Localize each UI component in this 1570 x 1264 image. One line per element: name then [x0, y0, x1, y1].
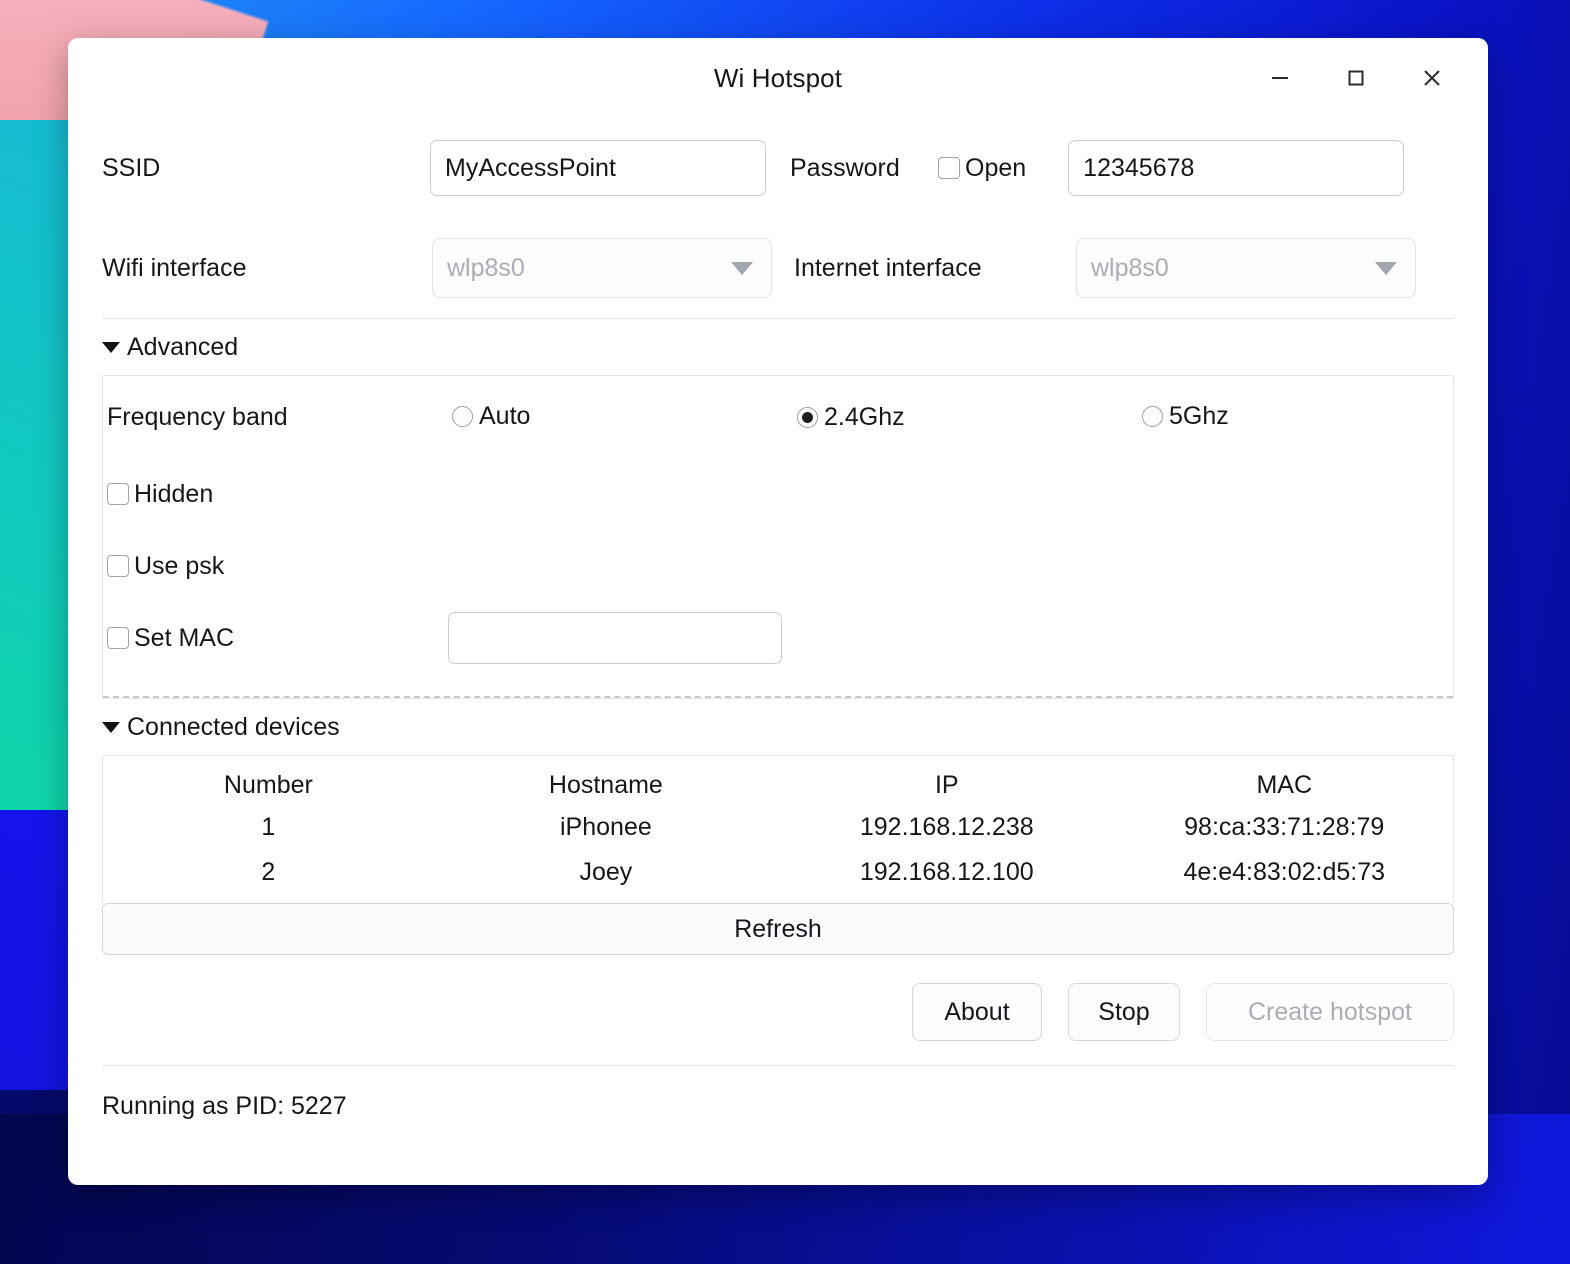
mac-address-input[interactable] — [448, 612, 782, 664]
column-header-ip: IP — [934, 770, 959, 799]
table-row[interactable]: 1 iPhonee 192.168.12.238 98:ca:33:71:28:… — [103, 805, 1453, 850]
connected-devices-table: Number Hostname IP MAC 1 iPhonee 192.168… — [103, 760, 1453, 895]
checkbox-box-hidden[interactable] — [107, 483, 129, 505]
cell-hostname: Joey — [579, 858, 633, 886]
close-icon — [1419, 65, 1445, 91]
radio-circle-5ghz[interactable] — [1142, 406, 1163, 427]
set-mac-label: Set MAC — [134, 623, 235, 652]
frequency-auto-label: Auto — [479, 402, 531, 430]
radio-circle-24ghz[interactable] — [797, 406, 818, 428]
use-psk-row: Use psk — [103, 530, 1453, 602]
internet-interface-dropdown[interactable]: wlp8s0 — [1076, 238, 1416, 298]
radio-circle-auto[interactable] — [452, 406, 473, 427]
create-hotspot-button[interactable]: Create hotspot — [1206, 983, 1454, 1041]
open-label: Open — [965, 153, 1027, 182]
refresh-button[interactable]: Refresh — [102, 903, 1454, 955]
cell-ip: 192.168.12.238 — [859, 813, 1034, 841]
minimize-icon — [1267, 65, 1293, 91]
connected-devices-panel: Number Hostname IP MAC 1 iPhonee 192.168… — [102, 755, 1454, 903]
wifi-interface-label: Wifi interface — [102, 253, 247, 282]
window-title: Wi Hotspot — [713, 62, 843, 93]
advanced-section-header[interactable]: Advanced — [68, 319, 1488, 375]
checkbox-box-open[interactable] — [938, 157, 960, 179]
checkbox-box-set-mac[interactable] — [107, 627, 129, 649]
connected-devices-section-header[interactable]: Connected devices — [68, 699, 1488, 755]
frequency-radio-auto[interactable]: Auto — [452, 402, 530, 431]
maximize-icon — [1343, 65, 1369, 91]
interfaces-row: Wifi interface wlp8s0 Internet interface… — [68, 218, 1488, 318]
action-button-row: About Stop Create hotspot — [68, 955, 1488, 1065]
use-psk-label: Use psk — [134, 551, 225, 580]
ssid-input[interactable] — [430, 140, 766, 196]
open-checkbox[interactable]: Open — [938, 154, 1026, 183]
column-header-mac: MAC — [1256, 770, 1313, 799]
cell-number: 2 — [261, 858, 276, 886]
minimize-button[interactable] — [1242, 49, 1318, 107]
table-row[interactable]: 2 Joey 192.168.12.100 4e:e4:83:02:d5:73 — [103, 850, 1453, 895]
hidden-label: Hidden — [134, 479, 214, 508]
cell-ip: 192.168.12.100 — [859, 858, 1034, 886]
ssid-label: SSID — [102, 153, 161, 182]
frequency-band-row: Frequency band Auto 2.4Ghz 5Ghz — [103, 376, 1453, 458]
maximize-button[interactable] — [1318, 49, 1394, 107]
set-mac-row: Set MAC — [103, 602, 1453, 674]
cell-mac: 4e:e4:83:02:d5:73 — [1183, 858, 1386, 886]
chevron-down-icon — [731, 261, 753, 275]
frequency-radio-24ghz[interactable]: 2.4Ghz — [797, 403, 905, 432]
chevron-down-icon — [1375, 261, 1397, 275]
cell-hostname: iPhonee — [560, 813, 652, 841]
hidden-row: Hidden — [103, 458, 1453, 530]
hidden-checkbox[interactable]: Hidden — [107, 480, 213, 509]
advanced-section-title: Advanced — [127, 332, 239, 361]
table-header-row: Number Hostname IP MAC — [103, 760, 1453, 805]
wifi-interface-dropdown[interactable]: wlp8s0 — [432, 238, 772, 298]
password-label: Password — [790, 153, 900, 182]
frequency-radio-5ghz[interactable]: 5Ghz — [1142, 402, 1229, 431]
close-button[interactable] — [1394, 49, 1470, 107]
frequency-24ghz-label: 2.4Ghz — [824, 402, 905, 431]
column-header-hostname: Hostname — [548, 770, 663, 799]
column-header-number: Number — [223, 770, 313, 799]
status-text: Running as PID: 5227 — [102, 1092, 347, 1120]
frequency-band-label: Frequency band — [107, 402, 288, 431]
window-controls — [1242, 38, 1470, 118]
title-bar: Wi Hotspot — [68, 38, 1488, 118]
advanced-panel: Frequency band Auto 2.4Ghz 5Ghz Hidden U… — [102, 375, 1454, 699]
connected-devices-section-title: Connected devices — [127, 712, 340, 741]
password-input[interactable] — [1068, 140, 1405, 196]
internet-interface-label: Internet interface — [794, 253, 982, 282]
cell-number: 1 — [261, 813, 276, 841]
frequency-5ghz-label: 5Ghz — [1169, 402, 1229, 430]
internet-interface-value: wlp8s0 — [1091, 253, 1169, 282]
cell-mac: 98:ca:33:71:28:79 — [1184, 813, 1385, 841]
wifi-interface-value: wlp8s0 — [447, 253, 525, 282]
stop-button[interactable]: Stop — [1068, 983, 1180, 1041]
checkbox-box-use-psk[interactable] — [107, 555, 129, 577]
triangle-down-icon — [102, 341, 120, 353]
use-psk-checkbox[interactable]: Use psk — [107, 552, 224, 581]
advanced-panel-bottom-border — [103, 698, 1453, 699]
desktop-background: Wi Hotspot SSID MyAccessPoint Password O… — [0, 0, 1570, 1264]
set-mac-checkbox[interactable]: Set MAC — [107, 624, 448, 653]
ssid-password-row: SSID Password Open — [68, 118, 1488, 218]
application-window: Wi Hotspot SSID MyAccessPoint Password O… — [68, 38, 1488, 1185]
triangle-down-icon — [102, 721, 120, 733]
about-button[interactable]: About — [912, 983, 1042, 1041]
